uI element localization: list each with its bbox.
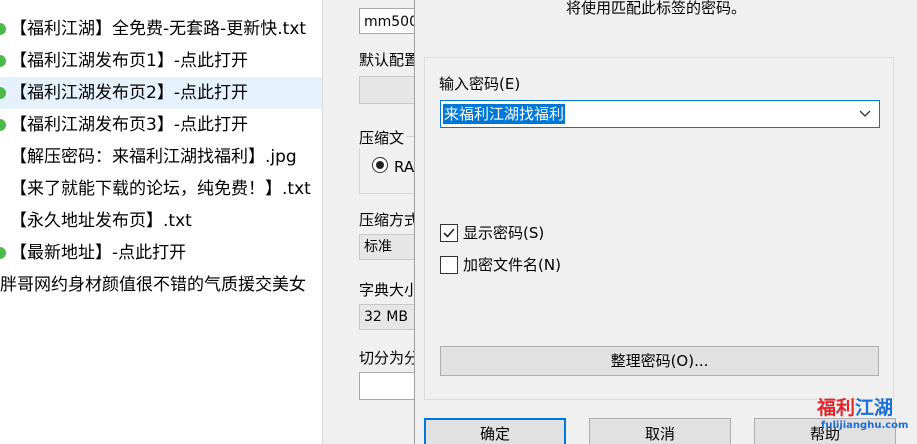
password-note: 将使用匹配此标签的密码。	[566, 0, 747, 17]
watermark-text-part2: 江湖	[855, 397, 894, 419]
dictionary-size-select[interactable]: 32 MB	[359, 304, 415, 330]
list-item-label: 【解压密码：来福利江湖找福利】.jpg	[10, 147, 297, 167]
list-item-label: 【福利江湖发布页2】-点此打开	[10, 83, 248, 103]
password-input[interactable]: 来福利江湖找福利	[440, 100, 880, 128]
encrypt-filenames-label: 加密文件名(N)	[463, 256, 561, 274]
compression-method-label: 压缩方式	[359, 211, 420, 229]
organize-passwords-button[interactable]: 整理密码(O)...	[440, 346, 879, 376]
shortcut-green-icon	[0, 55, 6, 67]
file-green-icon	[0, 23, 6, 35]
list-item[interactable]: 【福利江湖】全免费-无套路-更新快.txt	[0, 13, 322, 45]
password-label: 输入密码(E)	[439, 75, 521, 93]
dictionary-size-label: 字典大小	[359, 281, 420, 299]
list-item[interactable]: 【解压密码：来福利江湖找福利】.jpg	[0, 141, 322, 173]
default-config-button[interactable]	[359, 76, 415, 104]
rar-format-label: RA	[394, 158, 415, 176]
list-item-label: 【最新地址】-点此打开	[10, 243, 187, 263]
default-config-label: 默认配置	[359, 51, 420, 69]
encrypt-filenames-checkbox[interactable]	[440, 256, 458, 274]
rar-format-radio[interactable]	[372, 157, 388, 173]
archive-name-field[interactable]: mm500	[359, 8, 415, 34]
list-item-label: 【福利江湖】全免费-无套路-更新快.txt	[10, 19, 307, 39]
watermark-text: 福利江湖	[817, 396, 893, 420]
shortcut-green-icon	[0, 119, 6, 131]
list-item[interactable]: 【福利江湖发布页3】-点此打开	[0, 109, 322, 141]
archive-format-label: 压缩文	[359, 128, 407, 148]
chevron-down-icon[interactable]	[857, 105, 873, 121]
watermark-text-part1: 福利	[817, 397, 856, 419]
show-password-label: 显示密码(S)	[463, 224, 545, 242]
shortcut-green-icon	[0, 87, 6, 99]
password-value: 来福利江湖找福利	[443, 104, 566, 124]
site-watermark-logo: 福利江湖 fulijianghu.com	[817, 396, 917, 444]
shortcut-green-icon	[0, 247, 6, 259]
watermark-domain: fulijianghu.com	[821, 420, 909, 431]
list-item[interactable]: 【永久地址发布页】.txt	[0, 205, 322, 237]
show-password-checkbox[interactable]	[440, 224, 458, 242]
screen: 【福利江湖】全免费-无套路-更新快.txt 【福利江湖发布页1】-点此打开 【福…	[0, 0, 917, 444]
list-item-label: 【福利江湖发布页3】-点此打开	[10, 115, 248, 135]
list-item[interactable]: 【来了就能下载的论坛，纯免费！】.txt	[0, 173, 322, 205]
ok-button[interactable]: 确定	[424, 418, 566, 444]
list-item-selected[interactable]: 【福利江湖发布页2】-点此打开	[0, 77, 322, 109]
list-item-label: 【来了就能下载的论坛，纯免费！】.txt	[10, 179, 311, 199]
checkmark-icon	[443, 228, 455, 238]
list-item[interactable]: 胖哥网约身材颜值很不错的气质援交美女	[0, 269, 322, 301]
split-volumes-field[interactable]	[359, 372, 415, 400]
list-item-label: 【福利江湖发布页1】-点此打开	[10, 51, 248, 71]
list-item-label: 【永久地址发布页】.txt	[10, 211, 192, 231]
cancel-button[interactable]: 取消	[589, 418, 731, 444]
file-list: 【福利江湖】全免费-无套路-更新快.txt 【福利江湖发布页1】-点此打开 【福…	[0, 0, 322, 444]
list-item-label: 胖哥网约身材颜值很不错的气质援交美女	[0, 275, 306, 295]
list-item[interactable]: 【福利江湖发布页1】-点此打开	[0, 45, 322, 77]
list-item[interactable]: 【最新地址】-点此打开	[0, 237, 322, 269]
compression-method-select[interactable]: 标准	[359, 234, 415, 260]
